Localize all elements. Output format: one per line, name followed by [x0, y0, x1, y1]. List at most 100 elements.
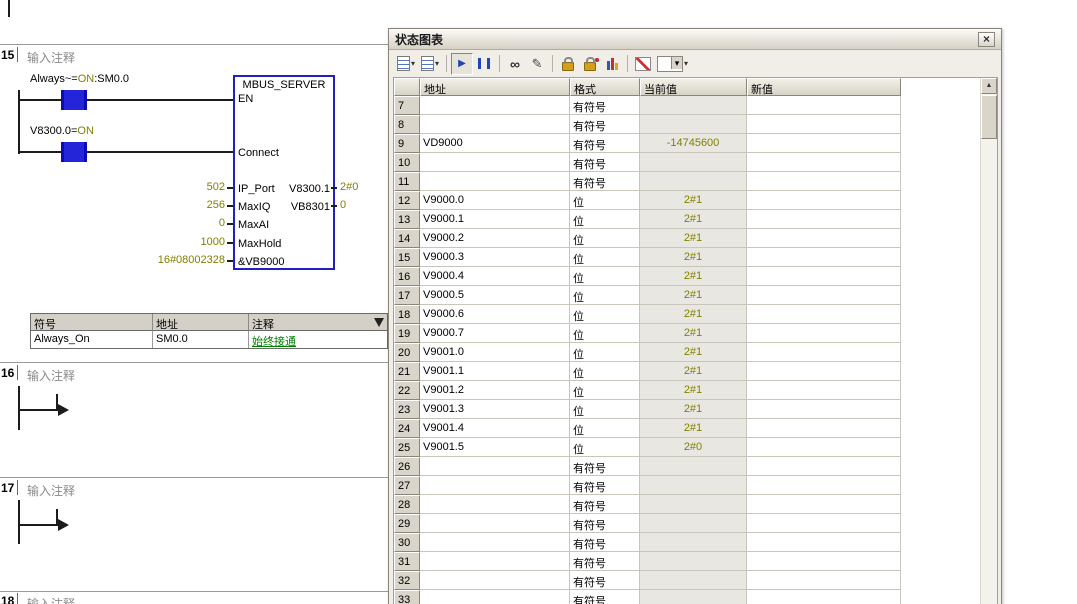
- row-number[interactable]: 16: [394, 267, 420, 286]
- new-value-cell[interactable]: [747, 400, 901, 419]
- row-number[interactable]: 15: [394, 248, 420, 267]
- write-all-icon[interactable]: [526, 53, 548, 75]
- address-cell[interactable]: [420, 115, 570, 134]
- new-value-cell[interactable]: [747, 533, 901, 552]
- new-value-cell[interactable]: [747, 476, 901, 495]
- format-cell[interactable]: 位: [570, 267, 640, 286]
- address-cell[interactable]: V9001.2: [420, 381, 570, 400]
- row-number[interactable]: 12: [394, 191, 420, 210]
- open-wire-arrow-icon[interactable]: [58, 404, 69, 416]
- format-cell[interactable]: 位: [570, 419, 640, 438]
- column-header-address[interactable]: 地址: [420, 78, 570, 96]
- address-cell[interactable]: V9001.1: [420, 362, 570, 381]
- row-number[interactable]: 25: [394, 438, 420, 457]
- network-title[interactable]: 输入注释: [27, 482, 75, 499]
- format-cell[interactable]: 有符号: [570, 552, 640, 571]
- vertical-scrollbar[interactable]: ▲: [980, 78, 997, 604]
- column-header-rownum[interactable]: [394, 78, 420, 96]
- address-cell[interactable]: V9001.5: [420, 438, 570, 457]
- column-header-symbol[interactable]: 符号: [31, 314, 153, 331]
- status-chart-sheet-icon[interactable]: ▾: [394, 53, 418, 75]
- network-number[interactable]: 17: [1, 481, 14, 495]
- row-number[interactable]: 33: [394, 590, 420, 604]
- row-number[interactable]: 20: [394, 343, 420, 362]
- format-cell[interactable]: 有符号: [570, 115, 640, 134]
- new-value-cell[interactable]: [747, 419, 901, 438]
- format-cell[interactable]: 位: [570, 438, 640, 457]
- scroll-up-icon[interactable]: ▲: [981, 78, 997, 94]
- format-cell[interactable]: 有符号: [570, 533, 640, 552]
- format-cell[interactable]: 位: [570, 362, 640, 381]
- address-cell[interactable]: V9000.7: [420, 324, 570, 343]
- row-number[interactable]: 31: [394, 552, 420, 571]
- address-cell[interactable]: [420, 571, 570, 590]
- row-number[interactable]: 28: [394, 495, 420, 514]
- network-number[interactable]: 15: [1, 48, 14, 62]
- row-number[interactable]: 11: [394, 172, 420, 191]
- address-cell[interactable]: V9000.0: [420, 191, 570, 210]
- new-value-cell[interactable]: [747, 324, 901, 343]
- format-cell[interactable]: 有符号: [570, 172, 640, 191]
- address-cell[interactable]: V9001.3: [420, 400, 570, 419]
- mbus-server-block[interactable]: MBUS_SERVER EN Connect IP_Port MaxIQ Max…: [233, 75, 335, 270]
- format-cell[interactable]: 有符号: [570, 495, 640, 514]
- row-number[interactable]: 30: [394, 533, 420, 552]
- new-value-cell[interactable]: [747, 362, 901, 381]
- format-cell[interactable]: 有符号: [570, 571, 640, 590]
- format-cell[interactable]: 位: [570, 248, 640, 267]
- column-header-format[interactable]: 格式: [570, 78, 640, 96]
- new-value-cell[interactable]: [747, 305, 901, 324]
- force-icon[interactable]: [557, 53, 579, 75]
- row-number[interactable]: 21: [394, 362, 420, 381]
- format-cell[interactable]: 位: [570, 324, 640, 343]
- address-cell[interactable]: [420, 96, 570, 115]
- chart-status-start-icon[interactable]: [451, 53, 473, 75]
- new-value-cell[interactable]: [747, 438, 901, 457]
- address-cell[interactable]: V9000.3: [420, 248, 570, 267]
- column-header-new-value[interactable]: 新值: [747, 78, 901, 96]
- format-cell[interactable]: 位: [570, 381, 640, 400]
- new-value-cell[interactable]: [747, 267, 901, 286]
- address-cell[interactable]: V9000.2: [420, 229, 570, 248]
- scrollbar-thumb[interactable]: [981, 95, 997, 139]
- row-number[interactable]: 13: [394, 210, 420, 229]
- address-cell[interactable]: V9000.1: [420, 210, 570, 229]
- new-value-cell[interactable]: [747, 134, 901, 153]
- new-value-cell[interactable]: [747, 172, 901, 191]
- row-number[interactable]: 26: [394, 457, 420, 476]
- new-value-cell[interactable]: [747, 552, 901, 571]
- row-number[interactable]: 27: [394, 476, 420, 495]
- row-number[interactable]: 10: [394, 153, 420, 172]
- address-cell[interactable]: [420, 533, 570, 552]
- comment-cell[interactable]: 始终接通: [249, 331, 387, 348]
- address-cell[interactable]: SM0.0: [153, 331, 249, 348]
- open-wire-arrow-icon[interactable]: [58, 519, 69, 531]
- format-cell[interactable]: 有符号: [570, 590, 640, 604]
- address-cell[interactable]: [420, 514, 570, 533]
- row-number[interactable]: 22: [394, 381, 420, 400]
- format-cell[interactable]: 位: [570, 305, 640, 324]
- address-cell[interactable]: V9000.6: [420, 305, 570, 324]
- row-number[interactable]: 17: [394, 286, 420, 305]
- format-cell[interactable]: 位: [570, 286, 640, 305]
- column-header-current-value[interactable]: 当前值: [640, 78, 747, 96]
- new-value-cell[interactable]: [747, 457, 901, 476]
- address-cell[interactable]: [420, 476, 570, 495]
- row-number[interactable]: 14: [394, 229, 420, 248]
- new-value-cell[interactable]: [747, 514, 901, 533]
- row-number[interactable]: 9: [394, 134, 420, 153]
- network-title[interactable]: 输入注释: [27, 595, 75, 604]
- new-value-cell[interactable]: [747, 381, 901, 400]
- window-titlebar[interactable]: 状态图表 ×: [389, 29, 1001, 50]
- trend-combo-icon[interactable]: ▾: [654, 53, 691, 75]
- format-cell[interactable]: 位: [570, 400, 640, 419]
- row-number[interactable]: 32: [394, 571, 420, 590]
- network-title[interactable]: 输入注释: [27, 49, 75, 66]
- unforce-icon[interactable]: [579, 53, 601, 75]
- new-value-cell[interactable]: [747, 495, 901, 514]
- contact-always-on[interactable]: [61, 90, 87, 110]
- network-title[interactable]: 输入注释: [27, 367, 75, 384]
- new-value-cell[interactable]: [747, 153, 901, 172]
- format-cell[interactable]: 有符号: [570, 134, 640, 153]
- column-header-address[interactable]: 地址: [153, 314, 249, 331]
